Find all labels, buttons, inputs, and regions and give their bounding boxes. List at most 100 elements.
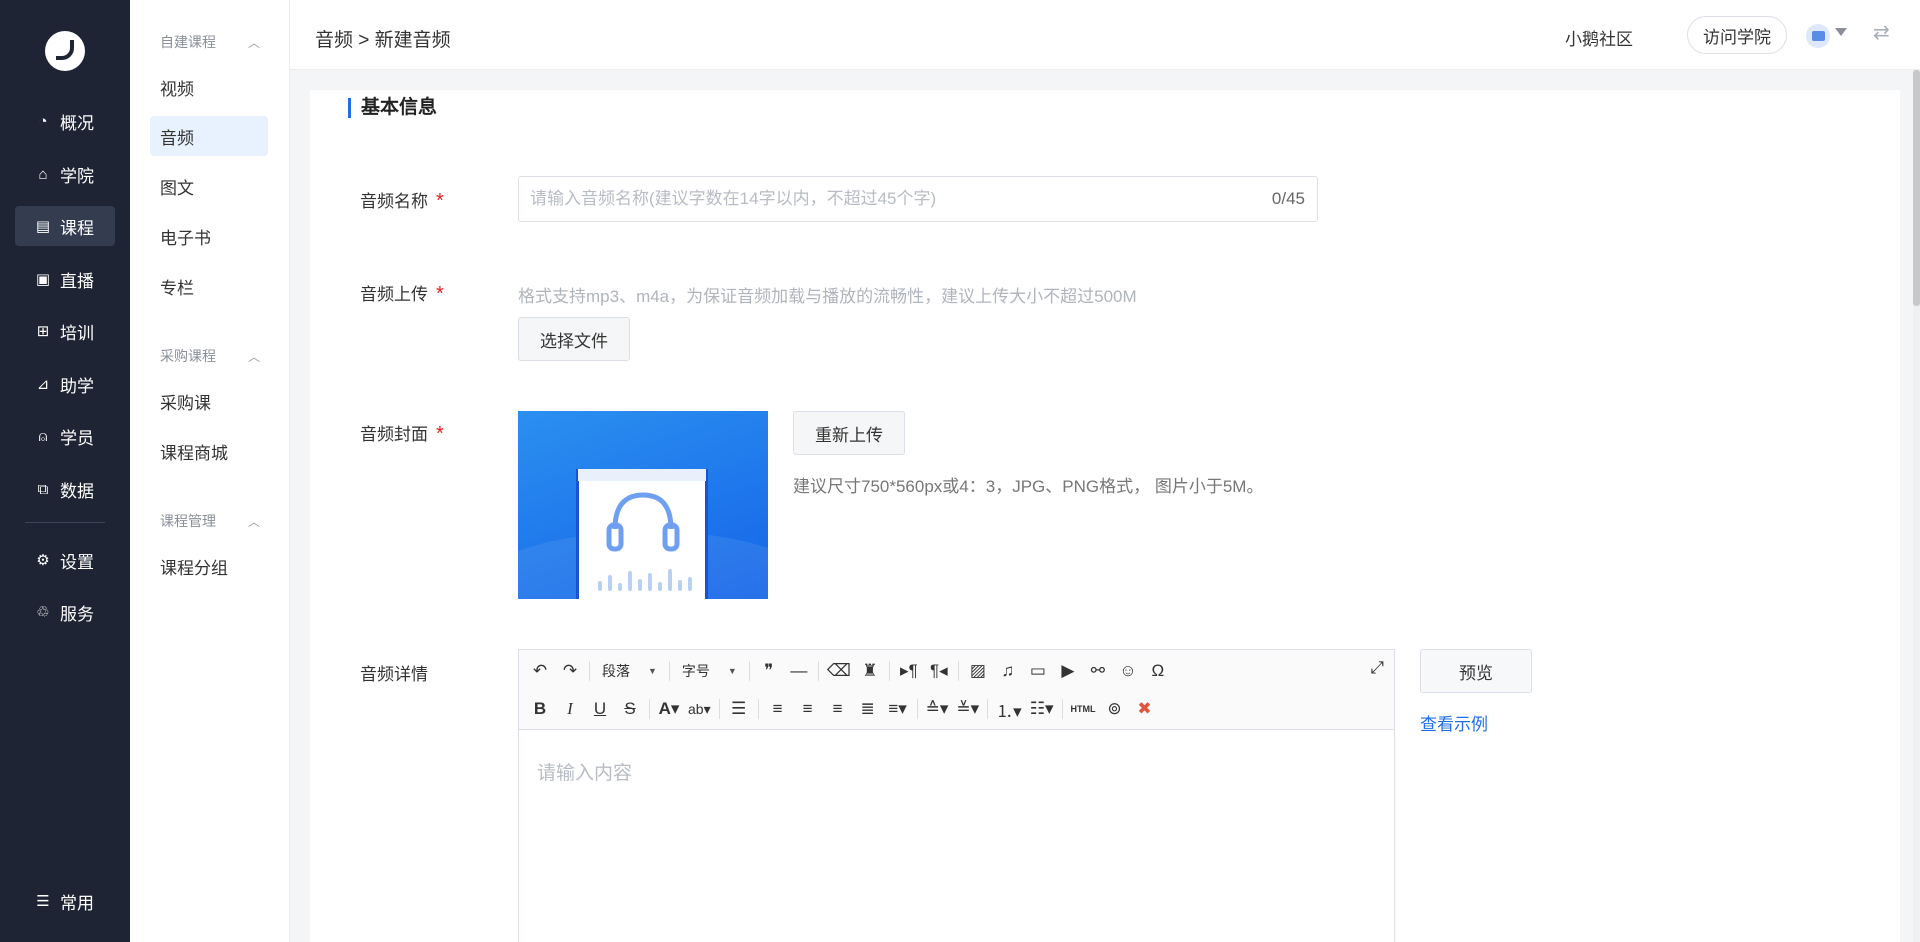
reupload-button[interactable]: 重新上传: [793, 411, 905, 455]
align-justify-icon[interactable]: ≣: [853, 695, 883, 723]
rtl-icon[interactable]: ¶◂: [924, 657, 954, 685]
ordered-list-icon[interactable]: ⒈▾: [992, 695, 1026, 723]
submenu-item-label: 专栏: [160, 278, 194, 298]
submenu-item-column[interactable]: 专栏: [150, 266, 268, 306]
font-color-icon[interactable]: A▾: [654, 695, 684, 723]
submenu-item-label: 课程分组: [160, 558, 228, 578]
link-icon[interactable]: ⚯: [1083, 657, 1113, 685]
chevron-up-icon: ︿: [247, 349, 260, 364]
choose-file-button[interactable]: 选择文件: [518, 317, 630, 361]
store-icon[interactable]: [1806, 24, 1830, 48]
nav-item-course[interactable]: ▤ 课程: [15, 206, 115, 246]
swap-arrows-icon[interactable]: ⇄: [1873, 20, 1890, 45]
nav-item-data[interactable]: ⧉ 数据: [15, 469, 115, 509]
underline-icon[interactable]: U: [585, 695, 615, 723]
page-scrollbar[interactable]: [1913, 70, 1920, 942]
cover-image[interactable]: [518, 411, 768, 599]
html-source-icon[interactable]: HTML: [1067, 695, 1100, 723]
music-icon[interactable]: ♫: [993, 657, 1023, 685]
top-header: 音频 > 新建音频 小鹅社区 访问学院 ⇄: [290, 0, 1920, 70]
background-color-icon[interactable]: ab▾: [684, 695, 715, 723]
submenu-group-purchased[interactable]: 采购课程 ︿: [160, 346, 260, 366]
sound-wave-icon: [598, 569, 692, 591]
toolbar-row: ↶ ↷ 段落 ▼ 字号 ▼ ❞ — ⌫ ♜ ▸¶ ¶◂ ▨ ♫ ▭ ▶ ⚯ ☺ …: [525, 656, 1173, 686]
upload-hint: 格式支持mp3、m4a，为保证音频加载与播放的流畅性，建议上传大小不超过500M: [518, 287, 1137, 306]
submenu-item-course-mall[interactable]: 课程商城: [150, 431, 268, 471]
gear-icon: ⚙: [36, 552, 50, 569]
font-size-label: 字号: [681, 663, 710, 679]
submenu-item-purchased-course[interactable]: 采购课: [150, 381, 268, 421]
nav-item-assist[interactable]: ⊿ 助学: [15, 364, 115, 404]
service-hand-icon: ♲: [36, 604, 50, 621]
submenu-item-video[interactable]: 视频: [150, 67, 268, 107]
toolbar-row: B I U S A▾ ab▾ ☰ ≡ ≡ ≡ ≣ ≡▾ ≙▾ ≚▾ ⒈▾ ☷▾ …: [525, 694, 1160, 724]
nav-item-label: 数据: [60, 481, 94, 501]
nav-item-live[interactable]: ▣ 直播: [15, 259, 115, 299]
nav-item-common[interactable]: ☰ 常用: [15, 881, 115, 921]
unordered-list-icon[interactable]: ☷▾: [1026, 695, 1058, 723]
scrollbar-thumb[interactable]: [1913, 70, 1920, 306]
pie-chart-icon: ◔: [38, 112, 48, 130]
align-left-icon[interactable]: ≡: [763, 695, 793, 723]
emoji-icon[interactable]: ☺: [1113, 657, 1143, 685]
nav-item-label: 培训: [60, 323, 94, 343]
format-brush-icon[interactable]: ♜: [855, 657, 885, 685]
nav-divider: [25, 522, 105, 523]
submenu-item-label: 音频: [160, 128, 194, 148]
audio-detail-label: 音频详情: [360, 665, 428, 684]
bold-icon[interactable]: B: [525, 695, 555, 723]
spacing-after-icon[interactable]: ≚▾: [952, 695, 983, 723]
plugin-icon[interactable]: ✖: [1130, 695, 1160, 723]
submenu-group-management[interactable]: 课程管理 ︿: [160, 511, 260, 531]
audio-name-field[interactable]: 0/45: [518, 176, 1318, 222]
audio-name-input[interactable]: [519, 177, 1219, 221]
preview-button[interactable]: 预览: [1420, 649, 1532, 693]
visit-academy-button[interactable]: 访问学院: [1687, 16, 1787, 54]
nav-item-overview[interactable]: ◔ 概况: [15, 101, 115, 141]
list-icon: ☰: [36, 893, 50, 910]
quote-icon[interactable]: ❞: [754, 657, 784, 685]
search-replace-icon[interactable]: ⊚: [1100, 695, 1130, 723]
indent-icon[interactable]: ☰: [724, 695, 754, 723]
fullscreen-icon[interactable]: ⤢: [1370, 658, 1384, 678]
submenu-group-self-built[interactable]: 自建课程 ︿: [160, 32, 260, 52]
submenu-item-audio[interactable]: 音频: [150, 116, 268, 156]
data-chart-icon: ⧉: [37, 480, 49, 498]
nav-item-label: 服务: [60, 604, 94, 624]
line-height-icon[interactable]: ≡▾: [883, 695, 913, 723]
view-example-link[interactable]: 查看示例: [1420, 710, 1488, 735]
align-right-icon[interactable]: ≡: [823, 695, 853, 723]
italic-icon[interactable]: I: [555, 695, 585, 723]
caret-down-icon[interactable]: [1835, 28, 1847, 36]
submenu-item-course-groups[interactable]: 课程分组: [150, 546, 268, 586]
char-counter: 0/45: [1271, 189, 1305, 208]
horizontal-rule-icon[interactable]: —: [784, 657, 814, 685]
nav-item-academy[interactable]: ⌂ 学院: [15, 154, 115, 194]
font-size-dropdown[interactable]: 字号 ▼: [674, 657, 745, 685]
community-link[interactable]: 小鹅社区: [1565, 25, 1633, 50]
submenu-item-ebook[interactable]: 电子书: [150, 216, 268, 256]
ltr-icon[interactable]: ▸¶: [894, 657, 924, 685]
eraser-icon[interactable]: ⌫: [823, 657, 855, 685]
paragraph-dropdown[interactable]: 段落 ▼: [594, 657, 665, 685]
course-submenu: 自建课程 ︿ 视频 音频 图文 电子书 专栏 采购课程 ︿ 采购课 课程商城 课…: [130, 0, 290, 942]
strikethrough-icon[interactable]: S: [615, 695, 645, 723]
media-icon[interactable]: ▶: [1053, 657, 1083, 685]
nav-item-settings[interactable]: ⚙ 设置: [15, 540, 115, 580]
align-center-icon[interactable]: ≡: [793, 695, 823, 723]
nav-item-students[interactable]: ⍝ 学员: [15, 416, 115, 456]
app-logo[interactable]: [45, 31, 85, 71]
special-char-icon[interactable]: Ω: [1143, 657, 1173, 685]
submenu-item-article[interactable]: 图文: [150, 166, 268, 206]
redo-icon[interactable]: ↷: [555, 657, 585, 685]
undo-icon[interactable]: ↶: [525, 657, 555, 685]
spacing-before-icon[interactable]: ≙▾: [922, 695, 953, 723]
nav-item-training[interactable]: ⊞ 培训: [15, 311, 115, 351]
rich-text-editor[interactable]: ↶ ↷ 段落 ▼ 字号 ▼ ❞ — ⌫ ♜ ▸¶ ¶◂ ▨ ♫ ▭ ▶ ⚯ ☺ …: [518, 649, 1395, 942]
nav-item-service[interactable]: ♲ 服务: [15, 592, 115, 632]
image-icon[interactable]: ▨: [963, 657, 993, 685]
audio-name-label: 音频名称 *: [360, 187, 444, 213]
form-panel: 基本信息 音频名称 * 0/45 音频上传 * 格式支持mp3、m4a，为保证音频加…: [310, 90, 1900, 942]
main-sidebar: ◔ 概况 ⌂ 学院 ▤ 课程 ▣ 直播 ⊞ 培训 ⊿ 助学 ⍝ 学员 ⧉ 数据 …: [0, 0, 130, 942]
video-icon[interactable]: ▭: [1023, 657, 1053, 685]
